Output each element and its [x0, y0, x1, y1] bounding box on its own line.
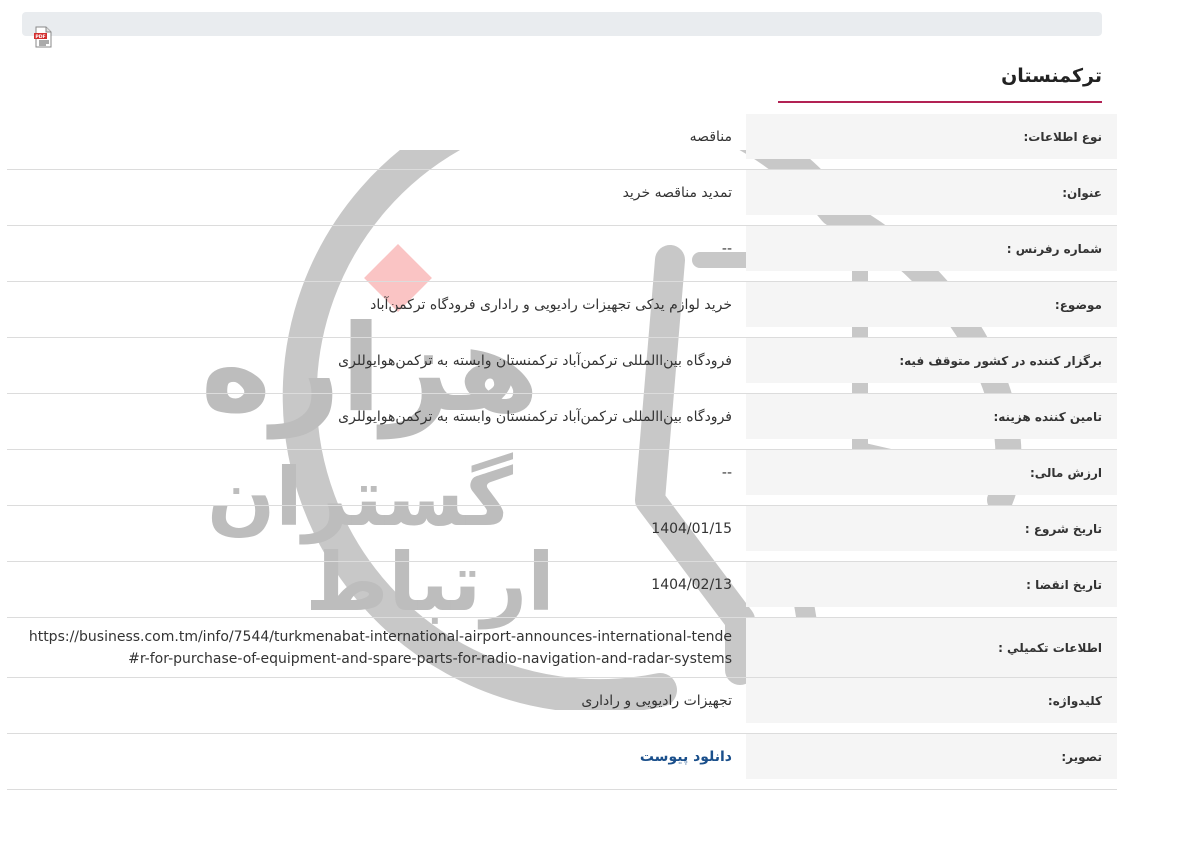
row-value-link: https://business.com.tm/info/7544/turkme… [28, 628, 732, 667]
table-row: عنوان: تمدید مناقصه خرید [7, 170, 1117, 226]
row-label: تاریخ شروع : [746, 506, 1117, 551]
top-toolbar [22, 12, 1102, 36]
row-value: -- [721, 464, 732, 481]
table-row: ارزش مالی: -- [7, 450, 1117, 506]
table-row: شماره رفرنس : -- [7, 226, 1117, 282]
row-label: تامین کننده هزینه: [746, 394, 1117, 439]
table-row: برگزار کننده در کشور متوقف فیه: فرودگاه … [7, 338, 1117, 394]
table-row: تصویر: دانلود پیوست [7, 734, 1117, 790]
row-value: 1404/02/13 [651, 576, 732, 593]
row-value: تمدید مناقصه خرید [622, 184, 732, 201]
page-title: ترکمنستان [1001, 65, 1102, 87]
info-table: نوع اطلاعات: مناقصه عنوان: تمدید مناقصه … [7, 114, 1117, 790]
table-row: نوع اطلاعات: مناقصه [7, 114, 1117, 170]
row-label: موضوع: [746, 282, 1117, 327]
row-value: -- [721, 240, 732, 257]
table-row: اطلاعات تکمیلي : https://business.com.tm… [7, 618, 1117, 678]
row-label: شماره رفرنس : [746, 226, 1117, 271]
row-value: خرید لوازم یدکی تجهیزات رادیویی و راداری… [370, 296, 732, 313]
row-label: کلیدواژه: [746, 678, 1117, 723]
svg-text:PDF: PDF [35, 34, 45, 40]
row-value: 1404/01/15 [651, 520, 732, 537]
row-label: تصویر: [746, 734, 1117, 779]
row-label: تاریخ انقضا : [746, 562, 1117, 607]
row-label: نوع اطلاعات: [746, 114, 1117, 159]
row-value: مناقصه [689, 128, 732, 145]
table-row: موضوع: خرید لوازم یدکی تجهیزات رادیویی و… [7, 282, 1117, 338]
row-label: عنوان: [746, 170, 1117, 215]
table-row: تاریخ انقضا : 1404/02/13 [7, 562, 1117, 618]
page-title-container: ترکمنستان [778, 60, 1102, 103]
pdf-download-icon[interactable]: PDF [31, 25, 55, 49]
row-value-cell: دانلود پیوست [7, 734, 746, 779]
table-row: تامین کننده هزینه: فرودگاه بین‌االمللی ت… [7, 394, 1117, 450]
row-label: ارزش مالی: [746, 450, 1117, 495]
page: PDF ترکمنستان هزاره گستران ارتباط نوع اط… [0, 0, 1189, 856]
row-value: تجهیزات رادیویی و راداری [581, 692, 732, 709]
row-value: فرودگاه بین‌االمللی ترکمن‌آباد ترکمنستان… [338, 352, 732, 369]
row-label: برگزار کننده در کشور متوقف فیه: [746, 338, 1117, 383]
table-row: تاریخ شروع : 1404/01/15 [7, 506, 1117, 562]
table-row: کلیدواژه: تجهیزات رادیویی و راداری [7, 678, 1117, 734]
row-value: فرودگاه بین‌االمللی ترکمن‌آباد ترکمنستان… [338, 408, 732, 425]
row-label: اطلاعات تکمیلي : [746, 618, 1117, 677]
download-attachment-link[interactable]: دانلود پیوست [640, 746, 732, 768]
